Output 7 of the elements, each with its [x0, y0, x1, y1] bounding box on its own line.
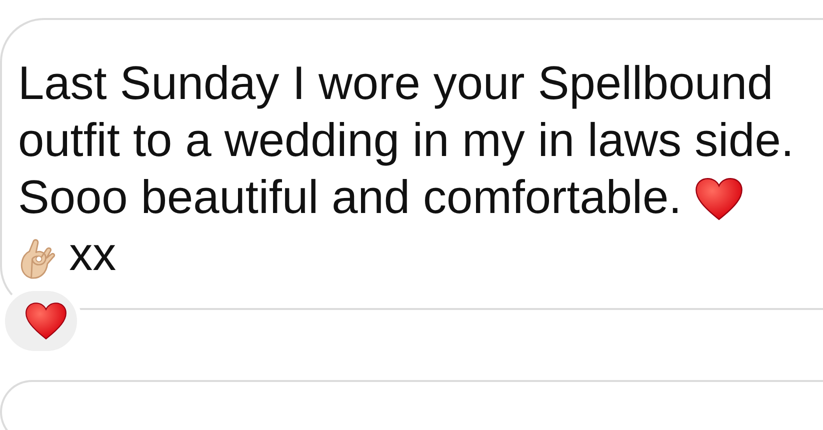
message-text: xx	[69, 226, 116, 282]
message-text: Sooo beautiful and comfortable.	[18, 169, 682, 225]
heart-icon	[694, 177, 743, 221]
heart-icon	[25, 302, 67, 340]
message-text: outfit to a wedding in my in laws side.	[18, 112, 794, 168]
ok-hand-icon	[18, 238, 56, 280]
message-text: Last Sunday I wore your Spellbound	[18, 55, 774, 111]
